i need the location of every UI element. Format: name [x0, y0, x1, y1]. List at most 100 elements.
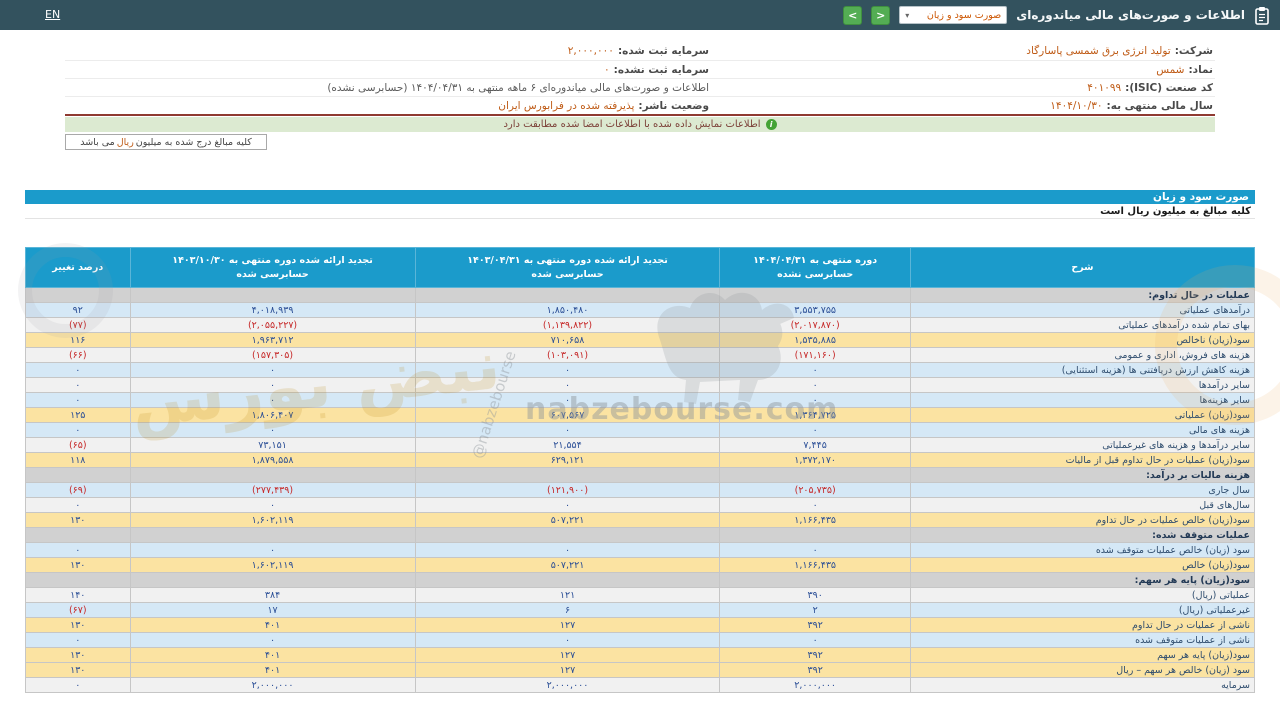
table-row: ناشی از عملیات متوقف شده ۰ ۰ ۰ ۰ — [25, 632, 1256, 648]
row-value: ۰ — [25, 422, 131, 438]
row-value: ۳۹۲ — [719, 617, 911, 633]
row-value — [719, 527, 911, 543]
row-value: ۰ — [719, 392, 911, 408]
chevron-down-icon: ▾ — [905, 10, 910, 20]
row-value: (۲۷۷,۴۳۹) — [129, 482, 416, 498]
signature-match-text: اطلاعات نمایش داده شده با اطلاعات امضا ش… — [503, 119, 761, 130]
info-icon: i — [765, 119, 777, 130]
row-value: ۰ — [129, 632, 416, 648]
table-row: سال جاری (۲۰۵,۷۳۵) (۱۲۱,۹۰۰) (۲۷۷,۴۳۹) (۶۹) — [25, 482, 1256, 498]
fiscal-year-value: ۱۴۰۴/۱۰/۳۰ — [1050, 99, 1103, 112]
row-label: سود(زیان) ناخالص — [909, 332, 1256, 348]
row-value: (۶۷) — [25, 602, 131, 618]
row-value: ۱,۱۶۶,۴۳۵ — [719, 557, 911, 573]
industry-code-label: کد صنعت (ISIC): — [1125, 81, 1213, 94]
row-value: ۰ — [414, 497, 721, 513]
row-value — [414, 287, 721, 303]
row-value: ۶ — [414, 602, 721, 618]
table-row: هزینه‌ های مالی ۰ ۰ ۰ ۰ — [25, 422, 1256, 438]
row-label: سود(زیان) عملیات در حال تداوم قبل از مال… — [909, 452, 1256, 468]
row-value: ۲ — [719, 602, 911, 618]
row-value: ۳۹۰ — [719, 587, 911, 603]
table-row: عملیاتی (ریال) ۳۹۰ ۱۲۱ ۳۸۴ ۱۴۰ — [25, 587, 1256, 603]
row-label: سایر درآمدها — [909, 377, 1256, 393]
row-label: سایر هزینه‌ها — [909, 392, 1256, 408]
table-row: سود(زیان) پایه هر سهم: — [25, 572, 1256, 588]
report-header-group: اطلاعات و صورت‌های مالی میاندوره‌ای صورت… — [843, 0, 1270, 30]
row-value: ۰ — [25, 632, 131, 648]
row-value: ۱,۵۳۵,۸۸۵ — [719, 332, 911, 348]
currency-unit-select[interactable]: کلیه مبالغ درج شده به میلیون ریال می باش… — [65, 134, 267, 150]
row-value: ۱,۹۶۳,۷۱۲ — [129, 332, 416, 348]
row-value: ۰ — [414, 542, 721, 558]
row-value: (۱۵۷,۳۰۵) — [129, 347, 416, 363]
next-statement-button[interactable]: > — [871, 5, 891, 25]
row-value — [719, 467, 911, 483]
statement-type-select[interactable]: صورت سود و زیان ▾ — [899, 6, 1008, 24]
row-value: ۰ — [719, 362, 911, 378]
unregistered-capital-value: ۰ — [604, 63, 610, 76]
row-value: ۱۳۰ — [25, 617, 131, 633]
row-value: (۱,۱۳۹,۸۲۲) — [414, 317, 721, 333]
row-value: ۵۰۷,۲۲۱ — [414, 557, 721, 573]
table-row: سرمایه ۲,۰۰۰,۰۰۰ ۲,۰۰۰,۰۰۰ ۲,۰۰۰,۰۰۰ ۰ — [25, 677, 1256, 693]
statement-type-selected-value: صورت سود و زیان — [926, 9, 1002, 21]
row-value: ۴۰۱ — [129, 617, 416, 633]
column-header-current-period: دوره منتهی به ۱۴۰۴/۰۴/۳۱ حسابرسی نشده — [719, 247, 911, 288]
row-label: سایر درآمدها و هزینه های غیرعملیاتی — [909, 437, 1256, 453]
table-row: درآمدهای عملیاتی ۳,۵۵۳,۷۵۵ ۱,۸۵۰,۴۸۰ ۴,۰۱۸,… — [25, 302, 1256, 318]
row-label: غیرعملیاتی (ریال) — [909, 602, 1256, 618]
row-value — [25, 287, 131, 303]
row-value: ۰ — [129, 392, 416, 408]
table-row: سایر هزینه‌ها ۰ ۰ ۰ ۰ — [25, 392, 1256, 408]
row-label: هزینه‌ های مالی — [909, 422, 1256, 438]
row-value: ۱,۳۷۲,۱۷۰ — [719, 452, 911, 468]
table-row: سود(زیان) عملیات در حال تداوم قبل از مال… — [25, 452, 1256, 468]
row-value: ۲,۰۰۰,۰۰۰ — [719, 677, 911, 693]
table-row: هزینه مالیات بر درآمد: — [25, 467, 1256, 483]
row-value: ۳۹۲ — [719, 662, 911, 678]
signature-match-notice: i اطلاعات نمایش داده شده با اطلاعات امضا… — [65, 117, 1215, 132]
row-label: سود(زیان) پایه هر سهم: — [909, 572, 1256, 588]
language-en-link[interactable]: EN — [45, 8, 60, 21]
table-row: بهاى تمام شده درآمدهای عملیاتی (۲,۰۱۷,۸۷۰… — [25, 317, 1256, 333]
row-value: (۶۵) — [25, 437, 131, 453]
row-value: (۱۷۱,۱۶۰) — [719, 347, 911, 363]
row-label: عملیات در حال تداوم: — [909, 287, 1256, 303]
issuer-status-label: وضعیت ناشر: — [638, 99, 709, 112]
row-value: (۱۲۱,۹۰۰) — [414, 482, 721, 498]
row-value: ۰ — [719, 422, 911, 438]
statement-subtitle: کلیه مبالغ به میلیون ریال است — [25, 204, 1255, 219]
row-value: ۲۱,۵۵۴ — [414, 437, 721, 453]
fiscal-year-label: سال مالی منتهی به: — [1106, 99, 1214, 112]
row-label: عملیاتی (ریال) — [909, 587, 1256, 603]
row-value: ۲,۰۰۰,۰۰۰ — [129, 677, 416, 693]
row-value — [719, 287, 911, 303]
row-value: ۷۱۰,۶۵۸ — [414, 332, 721, 348]
table-row: عملیات در حال تداوم: — [25, 287, 1256, 303]
previous-statement-button[interactable]: < — [843, 5, 863, 25]
row-value — [25, 527, 131, 543]
row-value: ۰ — [25, 542, 131, 558]
row-value: ۱۲۷ — [414, 617, 721, 633]
page-title: اطلاعات و صورت‌های مالی میاندوره‌ای — [1016, 8, 1245, 22]
industry-code-value: ۴۰۱۰۹۹ — [1087, 81, 1122, 94]
table-row: سود (زیان) خالص هر سهم – ریال ۳۹۲ ۱۲۷ ۴۰۱ ۱۳… — [25, 662, 1256, 678]
row-value: ۰ — [25, 377, 131, 393]
row-label: درآمدهای عملیاتی — [909, 302, 1256, 318]
table-row: سود(زیان) پایه هر سهم ۳۹۲ ۱۲۷ ۴۰۱ ۱۳۰ — [25, 647, 1256, 663]
row-value — [129, 527, 416, 543]
row-value: ۰ — [129, 362, 416, 378]
currency-note-post: می باشد — [80, 136, 115, 148]
table-row: غیرعملیاتی (ریال) ۲ ۶ ۱۷ (۶۷) — [25, 602, 1256, 618]
row-value: ۰ — [25, 362, 131, 378]
row-value: ۳۸۴ — [129, 587, 416, 603]
info-row-ticker: نماد: شمس سرمایه ثبت نشده: ۰ — [65, 60, 1215, 78]
row-value: (۶۹) — [25, 482, 131, 498]
table-row: عملیات متوقف شده: — [25, 527, 1256, 543]
table-row: سایر درآمدها ۰ ۰ ۰ ۰ — [25, 377, 1256, 393]
table-row: سود(زیان) عملیاتی ۱,۳۶۴,۷۲۵ ۶۰۷,۵۶۷ ۱,۸۰۶,۴… — [25, 407, 1256, 423]
table-row: هزینه کاهش ارزش دریافتنی‌ ها (هزینه استث… — [25, 362, 1256, 378]
row-value: ۶۰۷,۵۶۷ — [414, 407, 721, 423]
profit-loss-table-container: شرح دوره منتهی به ۱۴۰۴/۰۴/۳۱ حسابرسی نشده… — [25, 247, 1256, 693]
